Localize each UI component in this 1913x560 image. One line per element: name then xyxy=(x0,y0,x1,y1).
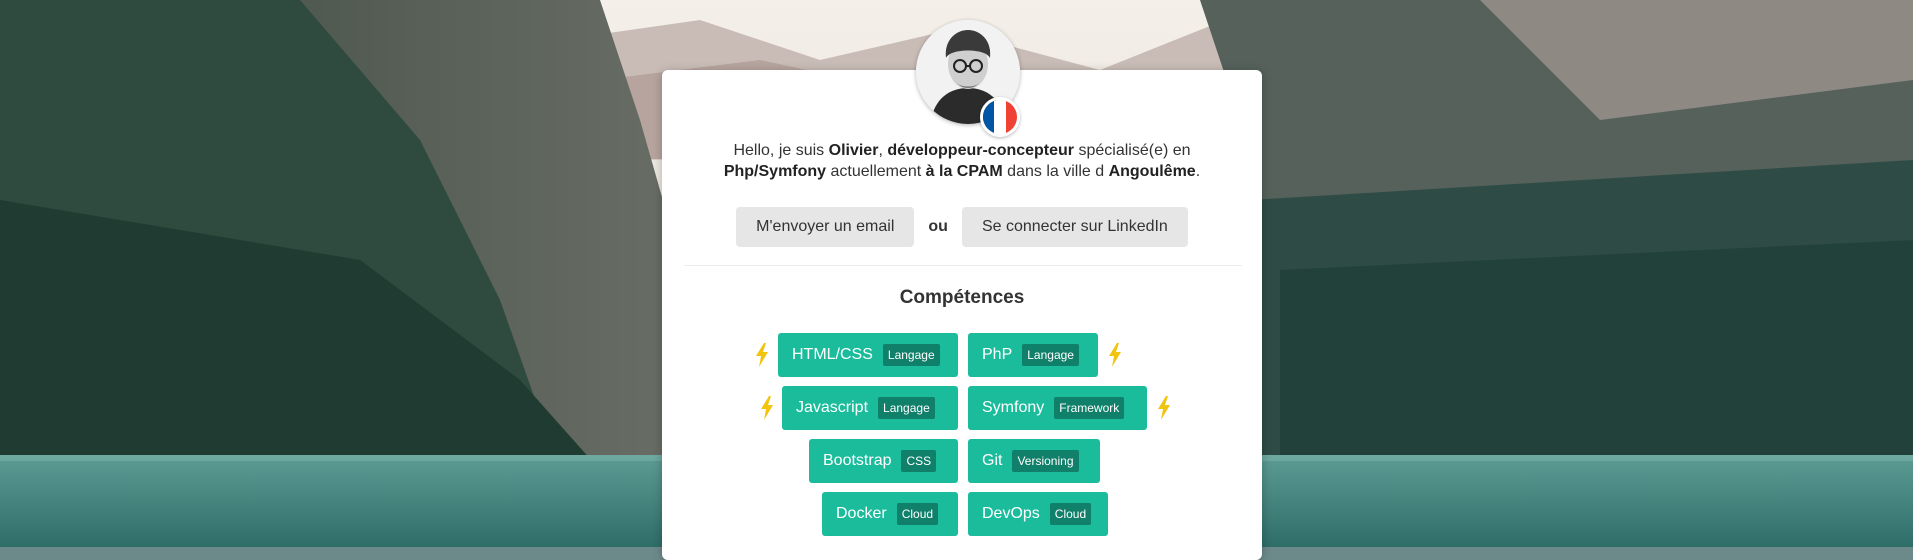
lightning-icon xyxy=(1157,396,1171,420)
linkedin-button[interactable]: Se connecter sur LinkedIn xyxy=(961,207,1188,247)
intro-text-part: Hello, je suis xyxy=(733,142,829,159)
intro-text-part: dans la ville d xyxy=(1002,163,1109,180)
skill-tag: Cloud xyxy=(896,503,939,525)
skill-chip-php[interactable]: PhP Langage xyxy=(968,333,1098,377)
intro-text-part: , xyxy=(878,142,888,159)
skill-tag: Framework xyxy=(1054,397,1125,419)
skills-row: Docker Cloud DevOps Cloud xyxy=(662,492,1262,536)
divider xyxy=(684,265,1242,266)
email-button[interactable]: M'envoyer un email xyxy=(736,207,915,247)
intro-specialty: Php/Symfony xyxy=(723,163,827,180)
intro-city: Angoulême xyxy=(1108,163,1196,180)
intro-text: Hello, je suis Olivier, développeur-conc… xyxy=(662,140,1262,182)
skill-name: PhP xyxy=(982,346,1013,363)
skill-tag: Langage xyxy=(878,397,935,419)
skill-chip-bootstrap[interactable]: Bootstrap CSS xyxy=(809,439,958,483)
intro-employer: à la CPAM xyxy=(925,163,1003,180)
skill-tag: Versioning xyxy=(1012,450,1079,472)
intro-job-title: développeur-concepteur xyxy=(887,142,1075,159)
intro-text-part: actuellement xyxy=(826,163,926,180)
skill-tag: Langage xyxy=(882,344,940,366)
flag-stripe-white xyxy=(994,100,1006,134)
skill-name: Bootstrap xyxy=(823,452,892,469)
intro-text-part: . xyxy=(1195,163,1201,180)
skill-name: Symfony xyxy=(982,399,1045,416)
skill-chip-symfony[interactable]: Symfony Framework xyxy=(968,386,1147,430)
skills-row: Bootstrap CSS Git Versioning xyxy=(662,439,1262,483)
lightning-icon xyxy=(1108,343,1122,367)
lightning-icon xyxy=(755,343,769,367)
flag-stripe-red xyxy=(1005,100,1017,134)
skills-row: HTML/CSS Langage PhP Langage xyxy=(662,333,1262,377)
skill-name: DevOps xyxy=(982,505,1040,522)
skill-tag: Cloud xyxy=(1049,503,1092,525)
skill-chip-htmlcss[interactable]: HTML/CSS Langage xyxy=(778,333,958,377)
skill-name: Javascript xyxy=(796,399,869,416)
skill-tag: Langage xyxy=(1022,344,1079,366)
skill-chip-git[interactable]: Git Versioning xyxy=(968,439,1100,483)
skills-title: Compétences xyxy=(899,287,1025,308)
france-flag-icon xyxy=(980,97,1020,137)
skill-name: Git xyxy=(982,452,1003,469)
skill-chip-devops[interactable]: DevOps Cloud xyxy=(968,492,1108,536)
skill-name: HTML/CSS xyxy=(792,346,873,363)
skill-name: Docker xyxy=(836,505,887,522)
skills-row: Javascript Langage Symfony Framework xyxy=(662,386,1262,430)
contact-actions: M'envoyer un email ou Se connecter sur L… xyxy=(662,207,1262,247)
skill-chip-javascript[interactable]: Javascript Langage xyxy=(782,386,958,430)
skill-chip-docker[interactable]: Docker Cloud xyxy=(822,492,958,536)
flag-stripe-blue xyxy=(983,100,995,134)
lightning-icon xyxy=(760,396,774,420)
skill-tag: CSS xyxy=(901,450,937,472)
intro-text-part: spécialisé(e) en xyxy=(1074,142,1191,159)
or-label: ou xyxy=(928,218,948,235)
intro-name: Olivier xyxy=(828,142,879,159)
